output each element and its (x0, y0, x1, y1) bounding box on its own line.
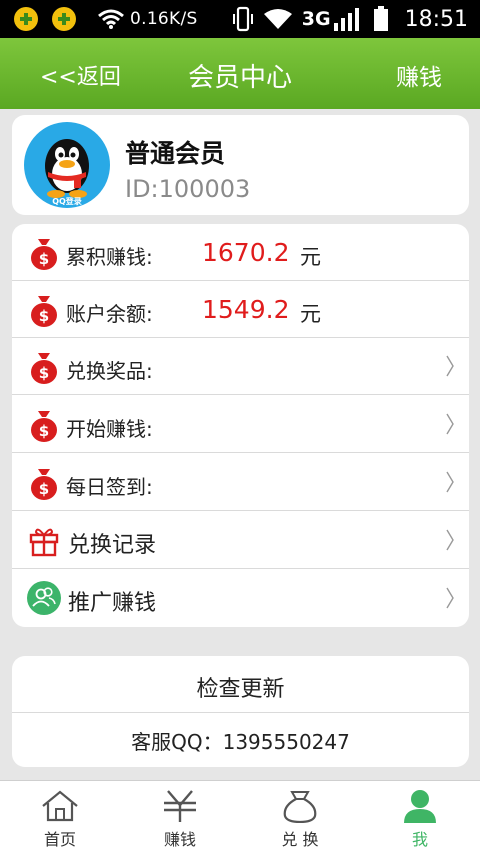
profile-card[interactable]: QQ登录 普通会员 ID:100003 (12, 115, 469, 215)
svg-text:$: $ (39, 250, 49, 268)
total-earned-value: 1670.2 (202, 238, 290, 267)
earn-button[interactable]: 赚钱 (396, 58, 442, 92)
member-level: 普通会员 (125, 139, 226, 168)
menu-item-promote-earn[interactable]: 推广赚钱 (12, 570, 469, 627)
avatar-caption: QQ登录 (52, 196, 82, 206)
chevron-right-icon (446, 587, 454, 609)
member-id: ID:100003 (125, 175, 251, 203)
home-icon (42, 790, 78, 822)
status-bar: 0.16K/S 3G 18:51 (0, 0, 480, 38)
account-menu: $ 累积赚钱: 1670.2 元 $ 账户余额: 1549.2 元 $ 兑换奖品… (12, 224, 469, 627)
person-icon (404, 790, 436, 823)
money-bag-icon: $ (31, 411, 57, 442)
menu-item-label: 开始赚钱: (66, 417, 153, 441)
notification-icon (52, 7, 76, 31)
money-bag-icon: $ (31, 296, 57, 327)
tab-label: 赚钱 (163, 830, 196, 849)
balance-unit: 元 (300, 302, 321, 326)
clock: 18:51 (404, 6, 468, 32)
svg-text:$: $ (39, 422, 49, 440)
chevron-right-icon (446, 355, 454, 377)
tab-home[interactable]: 首页 (0, 781, 120, 854)
total-earned-row: $ 累积赚钱: 1670.2 元 (12, 224, 469, 281)
menu-item-redeem-prizes[interactable]: $ 兑换奖品: (12, 338, 469, 395)
tab-label: 兑 换 (281, 830, 319, 849)
tab-me[interactable]: 我 (360, 781, 480, 854)
tab-label: 我 (411, 830, 428, 849)
total-earned-unit: 元 (300, 245, 321, 269)
network-type: 3G (301, 8, 331, 30)
balance-value: 1549.2 (202, 295, 290, 324)
menu-item-label: 兑换奖品: (66, 359, 153, 383)
svg-text:$: $ (39, 480, 49, 498)
wifi-icon (98, 9, 124, 29)
app-header: <<返回 会员中心 赚钱 (0, 38, 480, 109)
money-bag-icon: $ (31, 239, 57, 270)
menu-item-label: 兑换记录 (68, 533, 157, 558)
signal-icon (333, 8, 359, 31)
vibrate-icon (232, 6, 253, 32)
svg-text:$: $ (39, 307, 49, 325)
menu-item-label: 推广赚钱 (68, 591, 157, 616)
check-update-button[interactable]: 检查更新 (12, 656, 469, 713)
qq-penguin-icon: QQ登录 (45, 139, 89, 206)
update-card: 检查更新 客服QQ：1395550247 (12, 656, 469, 767)
menu-item-redeem-history[interactable]: 兑换记录 (12, 512, 469, 569)
notification-icon (14, 7, 38, 31)
menu-item-daily-checkin[interactable]: $ 每日签到: (12, 454, 469, 511)
battery-icon (373, 6, 388, 31)
network-speed: 0.16K/S (130, 9, 198, 29)
tab-earn[interactable]: 赚钱 (120, 781, 240, 854)
tab-redeem[interactable]: 兑 换 (240, 781, 360, 854)
balance-row: $ 账户余额: 1549.2 元 (12, 281, 469, 338)
total-earned-label: 累积赚钱: (66, 245, 153, 269)
menu-item-label: 每日签到: (66, 475, 153, 499)
avatar[interactable]: QQ登录 (24, 122, 110, 208)
money-bag-icon: $ (31, 353, 57, 384)
money-bag-icon (283, 791, 317, 823)
chevron-right-icon (446, 413, 454, 435)
bottom-nav: 首页 赚钱 兑 换 我 (0, 780, 480, 854)
tab-label: 首页 (43, 830, 76, 849)
yen-icon (164, 790, 196, 822)
users-icon (27, 581, 61, 615)
back-button[interactable]: <<返回 (40, 59, 121, 91)
chevron-right-icon (446, 471, 454, 493)
balance-label: 账户余额: (66, 302, 153, 326)
svg-text:$: $ (39, 364, 49, 382)
gift-icon (29, 528, 59, 557)
wifi-signal-icon (263, 9, 292, 29)
money-bag-icon: $ (31, 469, 57, 500)
menu-item-start-earning[interactable]: $ 开始赚钱: (12, 396, 469, 453)
customer-service-qq: 客服QQ：1395550247 (131, 730, 350, 754)
chevron-right-icon (446, 529, 454, 551)
